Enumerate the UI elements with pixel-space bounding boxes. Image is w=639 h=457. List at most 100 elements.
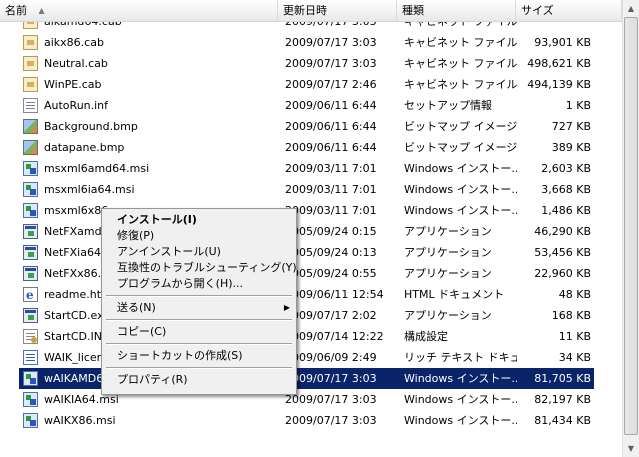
- vertical-scrollbar[interactable]: ▲ ▼: [622, 0, 639, 457]
- file-type: Windows インストー...: [404, 162, 517, 175]
- file-size: 22,960 KB: [534, 267, 591, 280]
- file-name-cell: aikx86.cab: [20, 32, 276, 53]
- file-row[interactable]: aikx86.cab 2009/07/17 3:03 キャビネット ファイル 93,9…: [19, 32, 594, 53]
- file-date: 2009/07/17 3:03: [285, 36, 377, 49]
- column-header-date[interactable]: 更新日時: [278, 0, 397, 21]
- file-name: wAIKX86.msi: [44, 414, 116, 427]
- file-row[interactable]: msxml6ia64.msi 2009/03/11 7:01 Windows インス…: [19, 179, 594, 200]
- file-size: 93,901 KB: [534, 36, 591, 49]
- context-menu: インストール(I) 修復(P) アンインストール(U) 互換性のトラブルシューティング…: [101, 208, 297, 395]
- file-date: 2009/06/11 6:44: [285, 99, 377, 112]
- menu-item-label: ショートカットの作成(S): [117, 349, 243, 362]
- file-size: 11 KB: [558, 330, 591, 343]
- file-date: 2009/06/11 6:44: [285, 141, 377, 154]
- cabinet-file-icon: [23, 56, 38, 71]
- file-size: 81,434 KB: [534, 414, 591, 427]
- file-date: 2009/03/11 7:01: [285, 162, 377, 175]
- file-name-cell: wAIKX86.msi: [20, 410, 276, 431]
- application-icon: [23, 308, 38, 323]
- scrollbar-thumb[interactable]: [624, 17, 638, 435]
- file-date: 2009/03/11 7:01: [285, 183, 377, 196]
- menu-item-label: インストール(I): [117, 213, 197, 226]
- menu-separator: [106, 367, 292, 369]
- menu-item-label: アンインストール(U): [117, 245, 221, 258]
- menu-item-label: コピー(C): [117, 325, 167, 338]
- file-date: 2009/07/17 2:02: [285, 309, 377, 322]
- config-settings-icon: [23, 329, 38, 344]
- file-date: 2009/06/11 12:54: [285, 288, 384, 301]
- file-type: Windows インストー...: [404, 414, 517, 427]
- file-name: NetFXia64.: [44, 246, 105, 259]
- file-size: 34 KB: [558, 351, 591, 364]
- file-row[interactable]: WinPE.cab 2009/07/17 2:46 キャビネット ファイル 494,1…: [19, 74, 594, 95]
- menu-separator: [106, 343, 292, 345]
- menu-item-open-with[interactable]: プログラムから開く(H)...: [104, 276, 294, 292]
- menu-item-label: 互換性のトラブルシューティング(Y): [117, 261, 297, 274]
- file-date: 2005/09/24 0:15: [285, 225, 377, 238]
- file-name: msxml6x86: [44, 204, 109, 217]
- html-document-icon: [23, 285, 38, 305]
- column-header-name-label: 名前: [5, 4, 27, 17]
- file-type: セットアップ情報: [404, 99, 492, 112]
- file-type: HTML ドキュメント: [404, 288, 505, 301]
- file-date: 2009/06/09 2:49: [285, 351, 377, 364]
- sort-ascending-icon: ▲: [38, 6, 45, 15]
- file-name: AutoRun.inf: [44, 99, 109, 112]
- submenu-arrow-icon: ▶: [283, 303, 290, 312]
- file-date: 2005/09/24 0:55: [285, 267, 377, 280]
- file-type: Windows インストー...: [404, 393, 517, 406]
- file-row[interactable]: datapane.bmp 2009/06/11 6:44 ビットマップ イメージ 38…: [19, 137, 594, 158]
- file-date: 2009/07/17 3:03: [285, 393, 377, 406]
- file-size: 46,290 KB: [534, 225, 591, 238]
- menu-item-install[interactable]: インストール(I): [104, 212, 294, 228]
- column-header: 名前 ▲ 更新日時 種類 サイズ: [0, 0, 622, 22]
- menu-item-create-shortcut[interactable]: ショートカットの作成(S): [104, 348, 294, 364]
- file-name: msxml6amd64.msi: [44, 162, 150, 175]
- scroll-up-arrow-icon[interactable]: ▲: [623, 0, 639, 17]
- file-name: WAIK_licen: [44, 351, 104, 364]
- scroll-down-arrow-icon[interactable]: ▼: [623, 440, 639, 457]
- menu-item-uninstall[interactable]: アンインストール(U): [104, 244, 294, 260]
- file-name-cell: msxml6ia64.msi: [20, 179, 276, 200]
- menu-item-send-to[interactable]: 送る(N) ▶: [104, 300, 294, 316]
- menu-item-troubleshoot-compatibility[interactable]: 互換性のトラブルシューティング(Y): [104, 260, 297, 276]
- column-header-type[interactable]: 種類: [397, 0, 516, 21]
- file-date: 2009/07/17 2:46: [285, 78, 377, 91]
- column-header-name[interactable]: 名前 ▲: [0, 0, 278, 21]
- file-size: 53,456 KB: [534, 246, 591, 259]
- file-row[interactable]: wAIKX86.msi 2009/07/17 3:03 Windows インストー.…: [19, 410, 594, 431]
- file-size: 168 KB: [551, 309, 591, 322]
- menu-item-repair[interactable]: 修復(P): [104, 228, 294, 244]
- file-name: NetFXx86.e: [44, 267, 108, 280]
- windows-installer-icon: [23, 161, 38, 176]
- file-name: Neutral.cab: [44, 57, 108, 70]
- file-type: Windows インストー...: [404, 372, 517, 385]
- bitmap-image-icon: [23, 119, 38, 134]
- file-row[interactable]: Neutral.cab 2009/07/17 3:03 キャビネット ファイル 498…: [19, 53, 594, 74]
- file-row[interactable]: Background.bmp 2009/06/11 6:44 ビットマップ イメージ…: [19, 116, 594, 137]
- file-date: 2009/07/17 3:03: [285, 414, 377, 427]
- file-size: 1,486 KB: [541, 204, 591, 217]
- file-name: msxml6ia64.msi: [44, 183, 135, 196]
- menu-separator: [106, 295, 292, 297]
- file-size: 2,603 KB: [541, 162, 591, 175]
- rich-text-icon: [23, 350, 38, 365]
- menu-item-copy[interactable]: コピー(C): [104, 324, 294, 340]
- file-row[interactable]: AutoRun.inf 2009/06/11 6:44 セットアップ情報 1 KB: [19, 95, 594, 116]
- file-type: 構成設定: [404, 330, 448, 343]
- menu-separator: [106, 319, 292, 321]
- windows-installer-icon: [23, 392, 38, 407]
- column-header-date-label: 更新日時: [283, 4, 327, 17]
- file-list: aikamd64.cab2009/07/17 3:03キャビネット ファイルai…: [0, 0, 622, 457]
- column-header-size[interactable]: サイズ: [516, 0, 622, 21]
- windows-installer-icon: [23, 371, 38, 386]
- file-type: ビットマップ イメージ: [404, 120, 517, 133]
- file-name: WinPE.cab: [44, 78, 102, 91]
- file-name-cell: datapane.bmp: [20, 137, 276, 158]
- windows-installer-icon: [23, 203, 38, 218]
- menu-item-properties[interactable]: プロパティ(R): [104, 372, 294, 388]
- file-size: 82,197 KB: [534, 393, 591, 406]
- file-row[interactable]: msxml6amd64.msi 2009/03/11 7:01 Windows イン…: [19, 158, 594, 179]
- application-icon: [23, 224, 38, 239]
- file-size: 389 KB: [551, 141, 591, 154]
